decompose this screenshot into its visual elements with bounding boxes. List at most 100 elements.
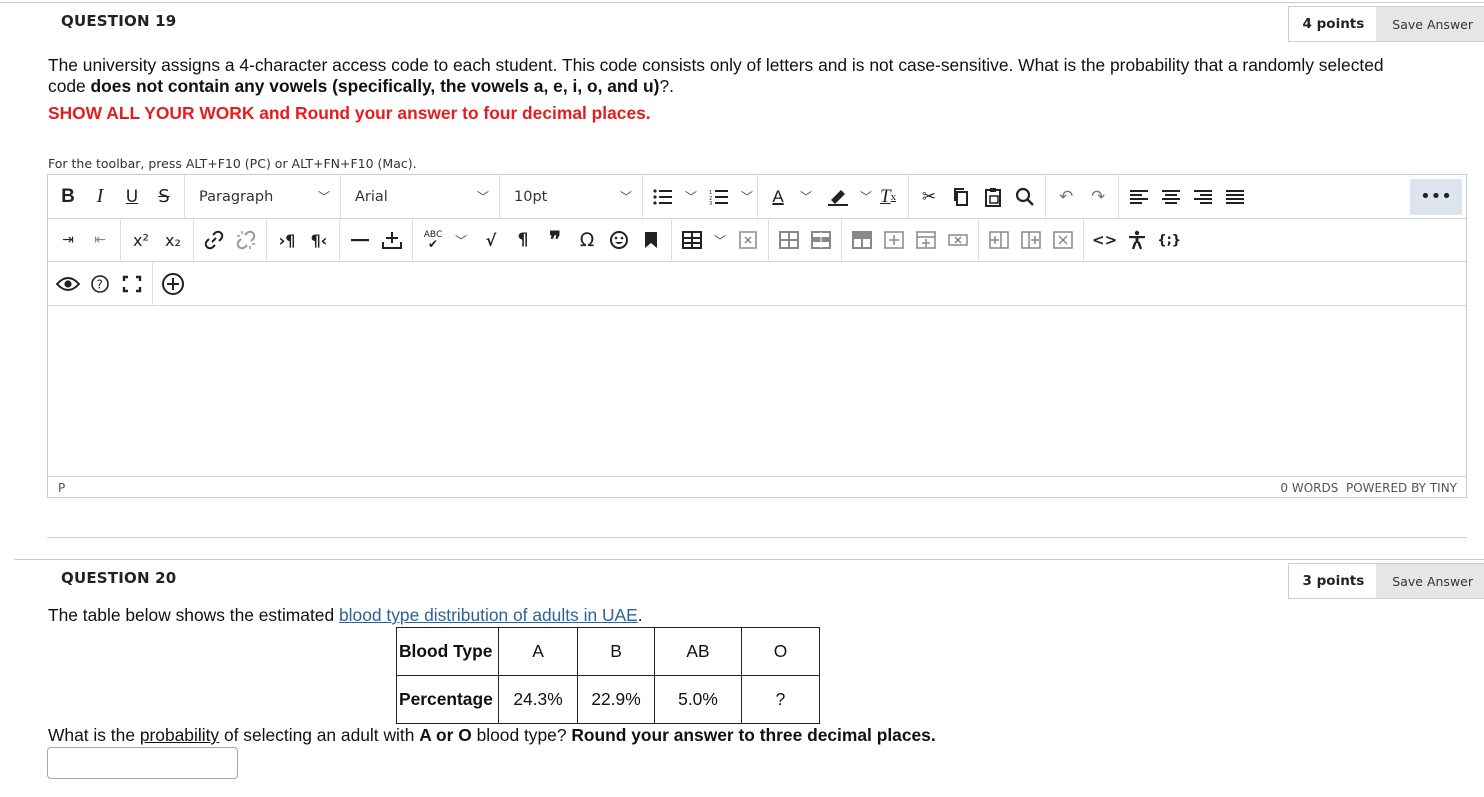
align-right-icon[interactable]: [1187, 181, 1219, 213]
chevron-down-icon[interactable]: ﹀: [685, 188, 697, 205]
special-char-icon[interactable]: Ω: [571, 224, 603, 256]
math-icon[interactable]: √: [475, 224, 507, 256]
word-count[interactable]: 0 WORDS: [1280, 481, 1338, 495]
element-path[interactable]: P: [58, 481, 65, 495]
question-19-save-answer-button[interactable]: Save Answer: [1376, 7, 1484, 41]
editor-toolbar-row-3: ?: [48, 262, 1466, 306]
paragraph-select-value: Paragraph: [199, 188, 274, 205]
link-icon[interactable]: [198, 224, 230, 256]
table-row-label: Percentage: [396, 675, 499, 724]
chevron-down-icon[interactable]: ﹀: [455, 232, 467, 249]
spellcheck-icon[interactable]: ABC ✔: [417, 224, 449, 256]
unlink-icon[interactable]: [230, 224, 262, 256]
table-column-header: B: [577, 627, 655, 676]
paragraph-select[interactable]: Paragraph ﹀: [189, 181, 336, 213]
chevron-down-icon[interactable]: ﹀: [800, 188, 812, 205]
question-20-text-c: blood type?: [471, 725, 572, 745]
superscript-icon[interactable]: x²: [125, 224, 157, 256]
row-props-icon[interactable]: [846, 224, 878, 256]
table-cell: 5.0%: [654, 675, 742, 724]
preview-icon[interactable]: [52, 268, 84, 300]
row-group: [842, 219, 980, 261]
column-group: [979, 219, 1085, 261]
indent-icon[interactable]: ⇥: [52, 224, 84, 256]
question-20-points: 3 points: [1302, 573, 1365, 589]
text-color-icon[interactable]: A: [762, 181, 794, 213]
plus-minus-icon[interactable]: [376, 224, 408, 256]
table-column-header: AB: [654, 627, 742, 676]
table-row: Percentage 24.3% 22.9% 5.0% ?: [396, 675, 820, 724]
table-cell: 22.9%: [577, 675, 655, 724]
table-props-icon[interactable]: [773, 224, 805, 256]
top-divider: [0, 2, 1484, 3]
clear-formatting-icon[interactable]: Tx: [872, 181, 904, 213]
add-content-group: [153, 262, 193, 305]
table-column-header: A: [498, 627, 578, 676]
help-icon[interactable]: ?: [84, 268, 116, 300]
size-select-group: 10pt ﹀: [500, 175, 643, 218]
fullscreen-icon[interactable]: [116, 268, 148, 300]
rich-text-editor: B I U S Paragraph ﹀ Arial ﹀ 10pt ﹀ ﹀ 123 ﹀ …: [47, 174, 1467, 498]
bullet-list-icon[interactable]: [647, 181, 679, 213]
question-19-text-line-1: The university assigns a 4-character acc…: [48, 55, 1384, 75]
delete-col-icon[interactable]: [1047, 224, 1079, 256]
source-code-icon[interactable]: <>: [1088, 224, 1121, 256]
find-icon[interactable]: [1009, 181, 1041, 213]
editor-content-area[interactable]: [48, 306, 1466, 477]
emoji-icon[interactable]: [603, 224, 635, 256]
italic-icon[interactable]: I: [84, 181, 116, 213]
more-options-button[interactable]: •••: [1410, 178, 1462, 215]
bold-icon[interactable]: B: [52, 181, 84, 213]
font-select[interactable]: Arial ﹀: [345, 181, 495, 213]
underline-icon[interactable]: U: [116, 181, 148, 213]
align-left-icon[interactable]: [1123, 181, 1155, 213]
strikethrough-icon[interactable]: S: [148, 181, 180, 213]
font-select-group: Arial ﹀: [341, 175, 500, 218]
table-delete-icon[interactable]: [732, 224, 764, 256]
color-group: A ﹀ ﹀ Tx: [758, 175, 910, 218]
powered-by-tiny-link[interactable]: POWERED BY TINY: [1346, 481, 1457, 495]
template-icon[interactable]: {;}: [1153, 224, 1185, 256]
justify-icon[interactable]: [1219, 181, 1251, 213]
redo-icon[interactable]: ↷: [1082, 181, 1114, 213]
outdent-icon[interactable]: ⇤: [84, 224, 116, 256]
font-size-select-value: 10pt: [514, 188, 548, 205]
cut-icon[interactable]: ✂: [913, 181, 945, 213]
insert-col-after-icon[interactable]: [1015, 224, 1047, 256]
subscript-icon[interactable]: x₂: [157, 224, 189, 256]
question-20-save-answer-button[interactable]: Save Answer: [1376, 564, 1484, 598]
table-icon[interactable]: [676, 224, 708, 256]
numbered-list-icon[interactable]: 123: [703, 181, 735, 213]
paste-icon[interactable]: [977, 181, 1009, 213]
chevron-down-icon[interactable]: ﹀: [741, 188, 753, 205]
undo-icon[interactable]: ↶: [1050, 181, 1082, 213]
blockquote-icon[interactable]: ❞: [539, 224, 571, 256]
paragraph-mark-icon[interactable]: ¶: [507, 224, 539, 256]
delete-row-icon[interactable]: [942, 224, 974, 256]
spellcheck-group: ABC ✔ ﹀ √ ¶ ❞ Ω: [413, 219, 673, 261]
ltr-icon[interactable]: ›¶: [271, 224, 303, 256]
font-size-select[interactable]: 10pt ﹀: [504, 181, 638, 213]
chevron-down-icon[interactable]: ﹀: [714, 232, 726, 249]
add-content-icon[interactable]: [157, 268, 189, 300]
status-right: 0 WORDS POWERED BY TINY: [1280, 481, 1457, 495]
question-20-rounding-instruction: Round your answer to three decimal place…: [571, 725, 936, 745]
copy-icon[interactable]: [945, 181, 977, 213]
insert-col-before-icon[interactable]: [983, 224, 1015, 256]
direction-group: ›¶ ¶‹: [267, 219, 340, 261]
bookmark-icon[interactable]: [635, 224, 667, 256]
chevron-down-icon[interactable]: ﹀: [860, 188, 872, 205]
highlight-icon[interactable]: [822, 181, 854, 213]
probability-term[interactable]: probability: [140, 725, 219, 745]
table-cell-props-icon[interactable]: [805, 224, 837, 256]
question-20-answer-input[interactable]: [47, 747, 238, 779]
insert-row-before-icon[interactable]: [878, 224, 910, 256]
align-center-icon[interactable]: [1155, 181, 1187, 213]
question-20-blood-types: A or O: [419, 725, 472, 745]
horizontal-line-icon[interactable]: [344, 224, 376, 256]
insert-row-after-icon[interactable]: [910, 224, 942, 256]
rtl-icon[interactable]: ¶‹: [303, 224, 335, 256]
table-props-group: [769, 219, 843, 261]
accessibility-icon[interactable]: [1121, 224, 1153, 256]
blood-type-distribution-link[interactable]: blood type distribution of adults in UAE: [339, 605, 638, 625]
